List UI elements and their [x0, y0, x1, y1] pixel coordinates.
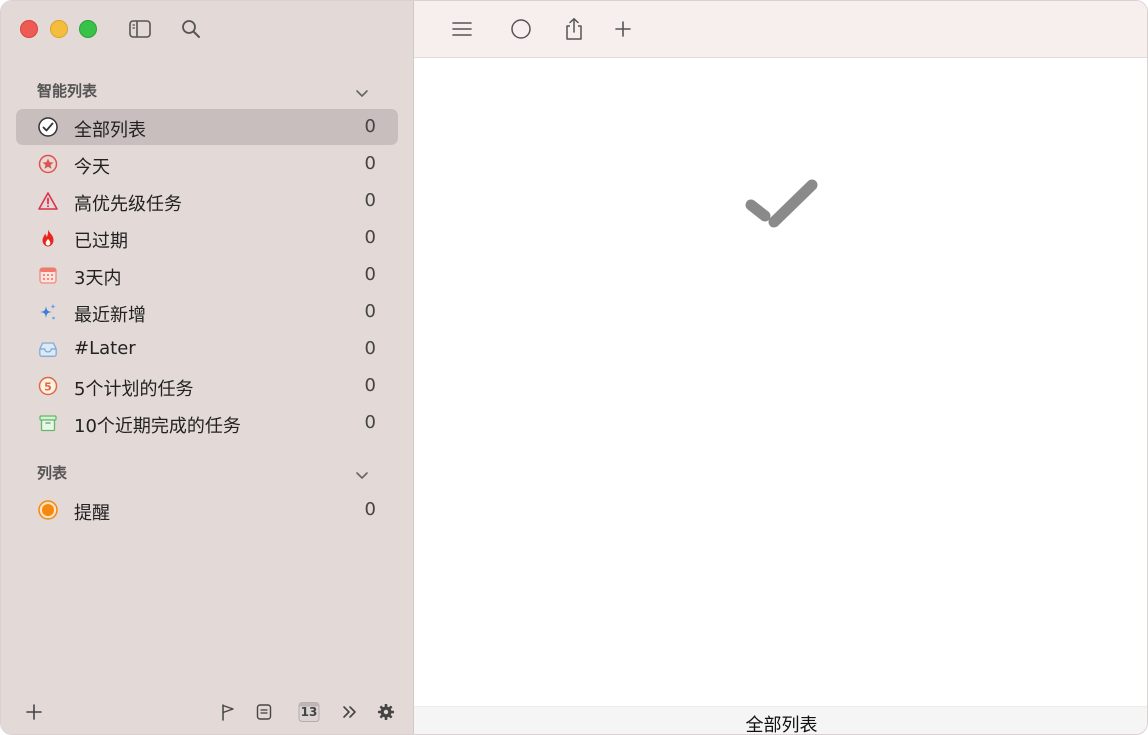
- sidebar-item-three-days[interactable]: 3天内 0: [16, 257, 398, 293]
- svg-text:5: 5: [44, 380, 52, 393]
- sidebar-item-count: 0: [364, 227, 376, 248]
- note-list-icon[interactable]: [252, 700, 276, 724]
- main-toolbar: [414, 1, 1147, 58]
- add-list-icon[interactable]: [22, 700, 46, 724]
- orange-dot-icon: [38, 500, 58, 520]
- sidebar-item-count: 0: [364, 301, 376, 322]
- sidebar-item-recently-added[interactable]: 最近新增 0: [16, 294, 398, 330]
- sidebar-item-planned[interactable]: 5 5个计划的任务 0: [16, 368, 398, 404]
- sidebar-item-count: 0: [364, 412, 376, 433]
- sidebar-item-label: 今天: [74, 157, 110, 178]
- sidebar-item-today[interactable]: 今天 0: [16, 146, 398, 182]
- app-window: 智能列表 全部列表 0 今天 0 高优先级任务 0 已过期 0 3天内 0 最近…: [0, 0, 1148, 735]
- sidebar-item-count: 0: [364, 153, 376, 174]
- sidebar: 智能列表 全部列表 0 今天 0 高优先级任务 0 已过期 0 3天内 0 最近…: [1, 1, 414, 734]
- sidebar-item-high-priority[interactable]: 高优先级任务 0: [16, 183, 398, 219]
- smart-lists-header: 智能列表: [37, 82, 98, 100]
- sparkles-icon: [38, 302, 58, 322]
- calendar-day-number: 13: [300, 705, 318, 719]
- check-circle-icon: [38, 117, 58, 137]
- checkmark-icon: [744, 176, 820, 236]
- archive-box-icon: [38, 413, 58, 433]
- circle-icon[interactable]: [507, 15, 535, 43]
- warning-triangle-icon: [38, 191, 58, 211]
- sidebar-item-label: 提醒: [74, 503, 110, 524]
- sidebar-item-count: 0: [364, 116, 376, 137]
- calendar-day-icon[interactable]: 13: [296, 700, 322, 724]
- chevron-down-icon[interactable]: [353, 85, 371, 103]
- status-bar: 全部列表: [414, 706, 1147, 735]
- share-icon[interactable]: [560, 15, 588, 43]
- sidebar-item-count: 0: [364, 338, 376, 359]
- number-five-circle-icon: 5: [38, 376, 58, 396]
- current-list-title: 全部列表: [745, 715, 818, 735]
- sidebar-item-count: 0: [364, 499, 376, 520]
- sidebar-item-label: 最近新增: [74, 305, 146, 326]
- task-content-area: [414, 58, 1147, 706]
- sidebar-item-count: 0: [364, 190, 376, 211]
- zoom-window-button[interactable]: [79, 20, 97, 38]
- sidebar-item-count: 0: [364, 375, 376, 396]
- sidebar-item-overdue[interactable]: 已过期 0: [16, 220, 398, 256]
- sidebar-toggle-icon[interactable]: [128, 17, 152, 41]
- sidebar-item-label: 已过期: [74, 231, 128, 252]
- sidebar-item-all[interactable]: 全部列表 0: [16, 109, 398, 145]
- sidebar-item-recently-completed[interactable]: 10个近期完成的任务 0: [16, 405, 398, 441]
- close-window-button[interactable]: [20, 20, 38, 38]
- sidebar-item-label: 3天内: [74, 268, 122, 289]
- sidebar-item-reminders[interactable]: 提醒 0: [16, 492, 398, 528]
- sidebar-item-count: 0: [364, 264, 376, 285]
- double-chevron-right-icon[interactable]: [338, 700, 362, 724]
- chevron-down-icon[interactable]: [353, 467, 371, 485]
- sidebar-item-label: 高优先级任务: [74, 194, 182, 215]
- tray-icon: [38, 339, 58, 359]
- gear-icon[interactable]: [374, 700, 398, 724]
- menu-lines-icon[interactable]: [448, 15, 476, 43]
- minimize-window-button[interactable]: [50, 20, 68, 38]
- search-icon[interactable]: [179, 17, 203, 41]
- sidebar-item-label: 5个计划的任务: [74, 379, 194, 400]
- flame-icon: [38, 228, 58, 248]
- lists-header: 列表: [37, 464, 68, 482]
- add-task-icon[interactable]: [609, 15, 637, 43]
- sidebar-item-label: 10个近期完成的任务: [74, 416, 241, 437]
- star-circle-icon: [38, 154, 58, 174]
- sidebar-item-label: 全部列表: [74, 120, 146, 141]
- sidebar-item-label: #Later: [74, 338, 136, 359]
- flag-icon[interactable]: [216, 700, 240, 724]
- calendar-icon: [38, 265, 58, 285]
- sidebar-item-later[interactable]: #Later 0: [16, 331, 398, 367]
